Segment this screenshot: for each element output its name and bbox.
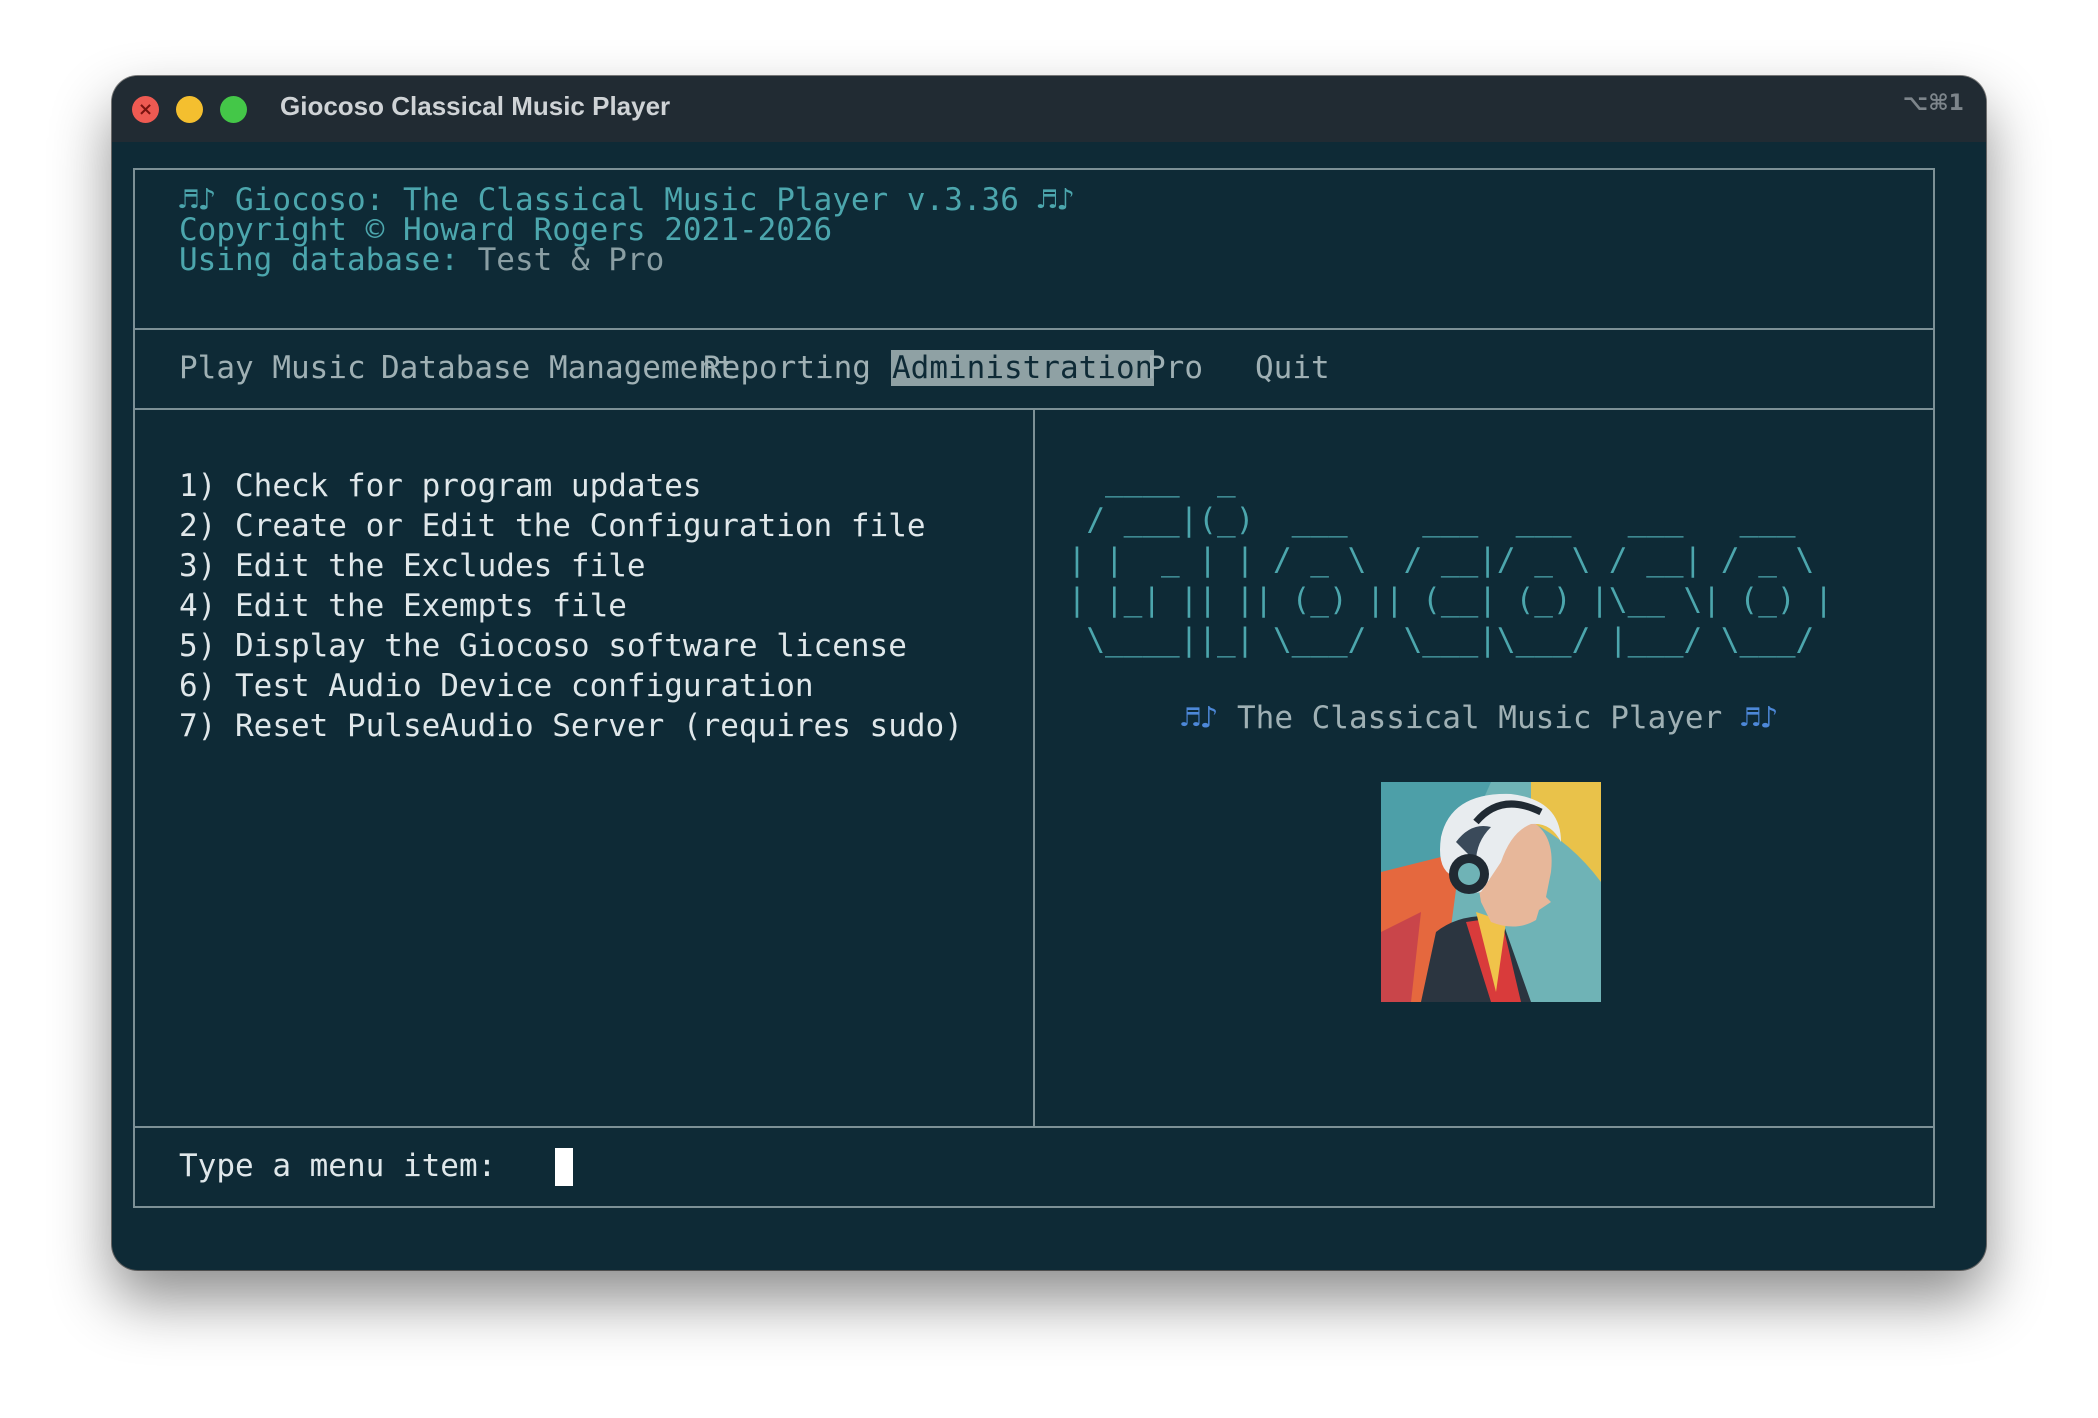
music-notes-icon: ♬♪: [1740, 700, 1779, 736]
menu-item-pro[interactable]: Pro: [1147, 350, 1203, 386]
tagline: ♬♪ The Classical Music Player ♬♪: [1181, 700, 1778, 736]
beethoven-headphones-portrait: [1381, 782, 1601, 1002]
option-edit-config[interactable]: 2) Create or Edit the Configuration file: [179, 508, 926, 544]
window-title: Giocoso Classical Music Player: [280, 91, 671, 121]
tagline-text: The Classical Music Player: [1218, 700, 1741, 736]
close-icon: ×: [138, 99, 154, 120]
terminal-window: × Giocoso Classical Music Player ⌥⌘1 ♬♪ …: [112, 76, 1986, 1270]
music-notes-icon: ♬♪: [1037, 182, 1075, 218]
prompt-label: Type a menu item:: [179, 1148, 497, 1184]
database-name: Test & Pro: [477, 242, 665, 278]
logo-panel: ____ _ / ___|(_) ___ ___ ___ ___ ___ | |…: [1033, 408, 1935, 1128]
option-reset-pulseaudio[interactable]: 7) Reset PulseAudio Server (requires sud…: [179, 708, 963, 744]
menu-item-administration[interactable]: Administration: [891, 350, 1155, 386]
zoom-button[interactable]: [220, 96, 247, 123]
option-edit-excludes[interactable]: 3) Edit the Excludes file: [179, 548, 646, 584]
header-panel: ♬♪ Giocoso: The Classical Music Player v…: [133, 168, 1935, 330]
text-cursor[interactable]: [555, 1148, 573, 1186]
menu-item-quit[interactable]: Quit: [1255, 350, 1330, 386]
option-display-license[interactable]: 5) Display the Giocoso software license: [179, 628, 907, 664]
option-test-audio[interactable]: 6) Test Audio Device configuration: [179, 668, 814, 704]
prompt-panel: Type a menu item:: [133, 1126, 1935, 1208]
giocoso-ascii-logo: ____ _ / ___|(_) ___ ___ ___ ___ ___ | |…: [1067, 462, 1833, 658]
database-label: Using database:: [179, 242, 478, 278]
option-edit-exempts[interactable]: 4) Edit the Exempts file: [179, 588, 627, 624]
database-line: Using database: Test & Pro: [179, 242, 664, 278]
menu-bar: Play Music Database Management Reporting…: [133, 328, 1935, 410]
option-check-updates[interactable]: 1) Check for program updates: [179, 468, 702, 504]
window-shortcut: ⌥⌘1: [1902, 91, 1964, 116]
minimize-button[interactable]: [176, 96, 203, 123]
menu-item-database-management[interactable]: Database Management: [381, 350, 736, 386]
menu-item-play-music[interactable]: Play Music: [179, 350, 366, 386]
close-button[interactable]: ×: [132, 96, 159, 123]
options-panel: 1) Check for program updates 2) Create o…: [133, 408, 1035, 1128]
title-bar: × Giocoso Classical Music Player ⌥⌘1: [112, 76, 1986, 142]
menu-item-reporting[interactable]: Reporting: [703, 350, 871, 386]
music-notes-icon: ♬♪: [1181, 700, 1219, 736]
